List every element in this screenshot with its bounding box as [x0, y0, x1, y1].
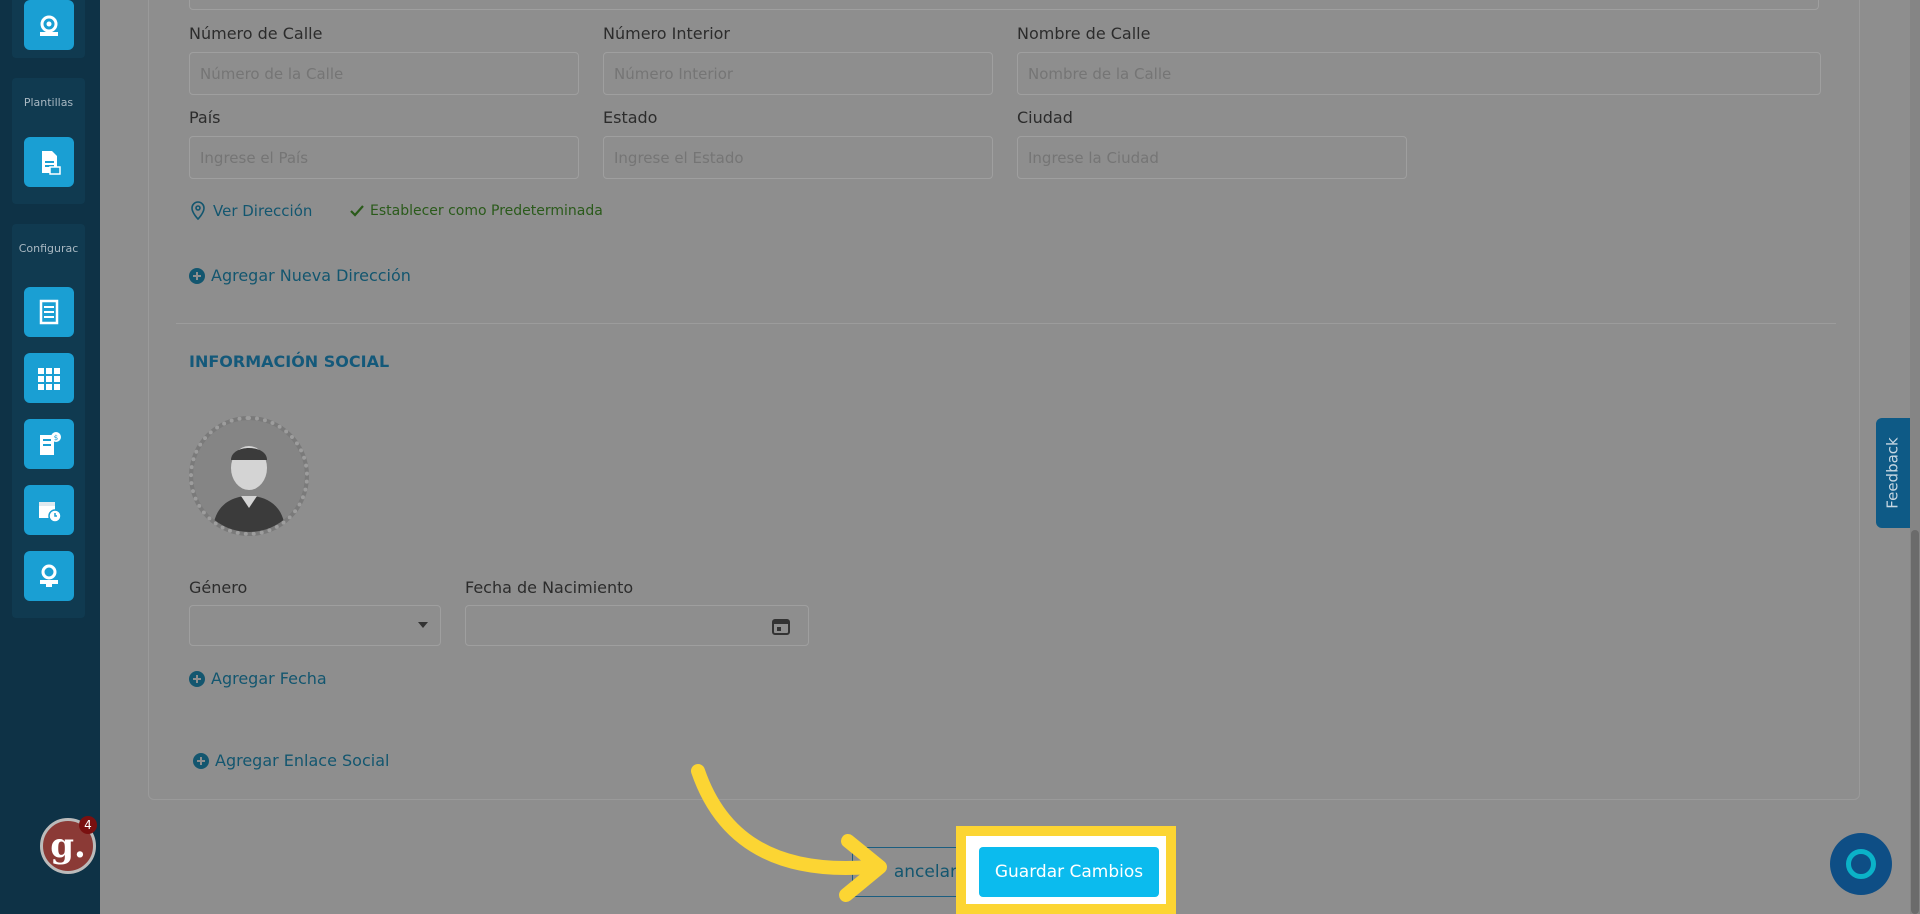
interior-number-input[interactable]: [603, 52, 993, 95]
add-address-link[interactable]: Agregar Nueva Dirección: [189, 266, 411, 285]
gender-label: Género: [189, 578, 248, 597]
sidebar-item-billing[interactable]: $: [24, 419, 74, 469]
calendar-clock-icon: [39, 502, 62, 523]
street-number-input[interactable]: [189, 52, 579, 95]
sidebar-item-templates[interactable]: [24, 137, 74, 187]
sidebar: Plantillas Configurac $ g. 4: [0, 0, 100, 914]
add-address-label: Agregar Nueva Dirección: [211, 266, 411, 285]
street-name-input[interactable]: [1017, 52, 1821, 95]
sidebar-item-team[interactable]: [24, 0, 74, 50]
birthdate-label: Fecha de Nacimiento: [465, 578, 634, 597]
document-icon: [42, 151, 61, 175]
sidebar-item-settings[interactable]: [24, 551, 74, 601]
country-label: País: [189, 108, 221, 127]
street-name-label: Nombre de Calle: [1017, 24, 1151, 43]
notification-count-badge: 4: [79, 816, 97, 834]
add-social-link-label: Agregar Enlace Social: [215, 751, 390, 770]
previous-field-edge: [189, 0, 1819, 10]
sidebar-group-plantillas: Plantillas: [12, 78, 85, 204]
team-gear-icon: [40, 15, 58, 36]
feedback-label: Feedback: [1884, 437, 1902, 509]
monitor-gear-icon: [40, 564, 58, 587]
plus-circle-icon: [193, 752, 209, 769]
interior-number-label: Número Interior: [603, 24, 731, 43]
svg-text:$: $: [54, 434, 58, 442]
pointer-arrow-icon: [691, 764, 887, 902]
add-date-label: Agregar Fecha: [211, 669, 327, 688]
sidebar-item-calendar[interactable]: [24, 485, 74, 535]
check-icon: [350, 205, 364, 217]
city-input[interactable]: [1017, 136, 1407, 179]
sidebar-group-top: [12, 0, 85, 58]
chevron-down-icon: [418, 622, 428, 628]
plus-circle-icon: [189, 267, 205, 284]
street-number-label: Número de Calle: [189, 24, 323, 43]
add-social-link[interactable]: Agregar Enlace Social: [193, 751, 389, 770]
birthdate-input[interactable]: [465, 605, 809, 646]
view-address-label: Ver Dirección: [213, 202, 313, 220]
country-input[interactable]: [189, 136, 579, 179]
sidebar-group-configuracion: Configurac $: [12, 224, 85, 618]
sidebar-section-label: Configurac: [18, 242, 79, 255]
set-default-label: Establecer como Predeterminada: [370, 203, 603, 219]
gender-select[interactable]: [189, 605, 441, 646]
g-logo-text: g.: [50, 826, 86, 866]
section-divider: [176, 323, 1836, 324]
plus-circle-icon: [189, 670, 205, 687]
grid-icon: [38, 368, 60, 390]
state-label: Estado: [603, 108, 658, 127]
save-changes-button[interactable]: Guardar Cambios: [979, 847, 1159, 897]
scrollbar-thumb[interactable]: [1911, 530, 1919, 914]
social-section-title: INFORMACIÓN SOCIAL: [189, 352, 390, 371]
sidebar-item-forms[interactable]: [24, 287, 74, 337]
state-input[interactable]: [603, 136, 993, 179]
calendar-icon: [772, 619, 790, 635]
person-avatar-icon: [193, 420, 305, 532]
contact-form-panel: [148, 0, 1860, 800]
chat-widget-button[interactable]: [1830, 833, 1892, 895]
chat-ring-icon: [1846, 849, 1876, 879]
clipboard-icon: [39, 299, 59, 325]
profile-avatar[interactable]: [189, 416, 309, 536]
map-pin-icon: [191, 201, 205, 221]
view-address-link[interactable]: Ver Dirección: [189, 201, 312, 221]
sidebar-section-label: Plantillas: [23, 96, 74, 109]
set-default-link[interactable]: Establecer como Predeterminada: [350, 203, 603, 219]
city-label: Ciudad: [1017, 108, 1073, 127]
feedback-tab[interactable]: Feedback: [1876, 418, 1910, 528]
invoice-icon: $: [40, 432, 61, 455]
sidebar-item-apps[interactable]: [24, 353, 74, 403]
add-date-link[interactable]: Agregar Fecha: [189, 669, 327, 688]
